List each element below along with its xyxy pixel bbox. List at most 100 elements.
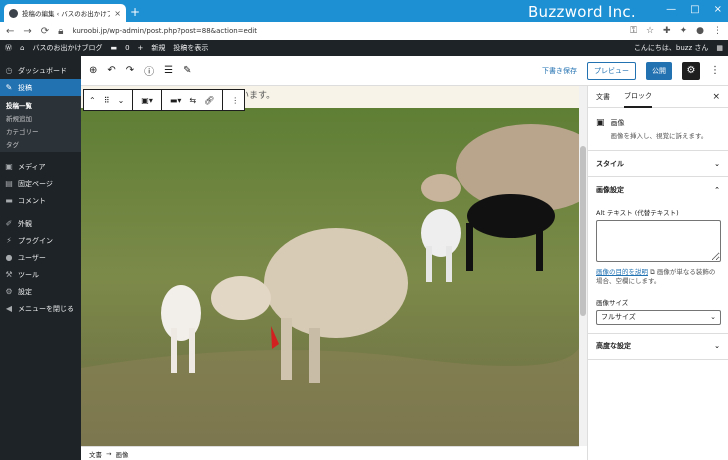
undo-icon[interactable]: ↶ [107, 65, 115, 76]
settings-icon: ⚙ [5, 287, 13, 296]
sidebar-item-collapse[interactable]: ◀ メニューを閉じる [0, 300, 81, 317]
sidebar-item-appearance[interactable]: ✐ 外観 [0, 215, 81, 232]
alt-text-label: Alt テキスト (代替テキスト) [596, 209, 679, 217]
image-type-icon[interactable]: ▣▾ [141, 96, 153, 105]
save-draft-button[interactable]: 下書き保存 [542, 66, 577, 76]
redo-icon[interactable]: ↷ [126, 65, 134, 76]
move-down-icon[interactable]: ⌄ [118, 96, 125, 105]
image-size-label: 画像サイズ [596, 298, 629, 307]
browser-window: 投稿の編集 ‹ バスのお出かけブログ × + Buzzword Inc. — □… [0, 0, 728, 460]
align-icon[interactable]: ▬▾ [170, 96, 182, 105]
move-up-icon[interactable]: ⌃ [89, 96, 96, 105]
image-settings-toggle[interactable]: 画像設定 ⌃ [588, 177, 728, 203]
external-link-icon: ⧉ [650, 268, 655, 276]
comments-count[interactable]: 0 [125, 44, 129, 52]
page-icon: ▤ [5, 179, 13, 188]
select-chevron-icon: ⌄ [710, 313, 716, 322]
view-post-link[interactable]: 投稿を表示 [173, 43, 208, 53]
sidebar-item-label: 設定 [18, 287, 32, 296]
sidebar-item-label: 固定ページ [18, 179, 53, 188]
sidebar-item-label: ツール [18, 270, 39, 279]
title-bar: 投稿の編集 ‹ バスのお出かけブログ × + Buzzword Inc. — □… [0, 0, 728, 22]
new-button[interactable]: 新規 [151, 43, 165, 53]
browser-tab[interactable]: 投稿の編集 ‹ バスのお出かけブログ × [4, 4, 126, 22]
menu-icon[interactable]: ⋮ [713, 26, 722, 36]
more-options-icon[interactable]: ⋮ [710, 65, 720, 76]
puzzle-icon[interactable]: ✦ [680, 26, 688, 36]
image-block-icon: ▣ [596, 118, 605, 128]
block-editor: ⊕ ↶ ↷ ⓘ ☰ ✎ 下書き保存 プレビュー 公開 ⚙ ⋮ …てみたいと思いま… [81, 56, 728, 460]
sidebar-item-tools[interactable]: ⚒ ツール [0, 266, 81, 283]
plugin-icon: ⚡ [6, 236, 12, 245]
new-plus-icon[interactable]: + [138, 44, 144, 52]
alt-help-link[interactable]: 画像の目的を説明 [596, 268, 648, 276]
alt-text-field[interactable] [596, 220, 721, 262]
publish-button[interactable]: 公開 [646, 61, 672, 80]
star-icon[interactable]: ☆ [646, 26, 654, 36]
tab-document[interactable]: 文書 [596, 92, 610, 102]
submenu-item[interactable]: タグ [0, 137, 81, 150]
breadcrumb: 文書 → 画像 [81, 446, 579, 460]
key-icon[interactable]: ⚿ [630, 26, 637, 36]
close-window-button[interactable]: × [714, 4, 722, 15]
info-icon[interactable]: ⓘ [144, 63, 154, 78]
tools-icon[interactable]: ✎ [183, 65, 191, 76]
sidebar-item-label: プラグイン [18, 236, 53, 245]
editor-scrollbar[interactable] [579, 86, 587, 446]
settings-gear-icon[interactable]: ⚙ [682, 61, 700, 80]
sheep-image[interactable] [81, 108, 579, 446]
extension-icon[interactable]: ✚ [663, 26, 671, 36]
forward-icon[interactable]: → [23, 26, 31, 37]
submenu-item[interactable]: カテゴリー [0, 124, 81, 137]
maximize-button[interactable]: □ [690, 4, 699, 15]
breadcrumb-document[interactable]: 文書 [89, 449, 102, 459]
submenu-item[interactable]: 新規追加 [0, 111, 81, 124]
tab-title: 投稿の編集 ‹ バスのお出かけブログ [22, 10, 111, 18]
comments-icon[interactable]: ▬ [110, 44, 117, 52]
sidebar-item-label: 投稿 [18, 83, 32, 92]
preview-button[interactable]: プレビュー [587, 61, 636, 80]
profile-icon[interactable]: ● [696, 26, 704, 36]
image-settings-body: Alt テキスト (代替テキスト) 画像の目的を説明 ⧉ 画像が単なる装飾の場合… [588, 203, 728, 334]
site-name[interactable]: バスのお出かけブログ [32, 43, 102, 53]
address-bar: ← → ⟳ 🔒︎ kuroobi.jp/wp-admin/post.php?po… [0, 22, 728, 40]
image-settings-title: 画像設定 [596, 186, 624, 194]
link-icon[interactable]: 🔗︎ [204, 96, 214, 105]
image-size-value: フルサイズ [601, 313, 636, 322]
avatar[interactable]: ▦ [716, 44, 723, 52]
user-icon: ● [5, 253, 13, 262]
submenu-item[interactable]: 投稿一覧 [0, 98, 81, 111]
reload-icon[interactable]: ⟳ [41, 26, 49, 37]
greeting[interactable]: こんにちは、buzz さん [634, 43, 708, 53]
chevron-down-icon: ⌄ [714, 342, 720, 351]
sidebar-item-dashboard[interactable]: ◷ ダッシュボード [0, 62, 81, 79]
replace-icon[interactable]: ⇆ [189, 96, 196, 105]
image-size-select[interactable]: フルサイズ ⌄ [596, 309, 721, 325]
block-more-icon[interactable]: ⋮ [231, 96, 239, 105]
sidebar-item-plugin[interactable]: ⚡ プラグイン [0, 232, 81, 249]
list-view-icon[interactable]: ☰ [164, 65, 173, 76]
drag-handle-icon[interactable]: ⠿ [104, 96, 110, 105]
back-icon[interactable]: ← [6, 26, 14, 37]
url-field[interactable]: kuroobi.jp/wp-admin/post.php?post=88&act… [73, 27, 622, 35]
sidebar-item-media[interactable]: ▣ メディア [0, 158, 81, 175]
wordpress-favicon-icon [9, 8, 18, 18]
minimize-button[interactable]: — [666, 4, 676, 15]
sidebar-item-comment[interactable]: ▬ コメント [0, 192, 81, 209]
add-block-icon[interactable]: ⊕ [89, 65, 97, 76]
sidebar-item-page[interactable]: ▤ 固定ページ [0, 175, 81, 192]
sidebar-item-settings[interactable]: ⚙ 設定 [0, 283, 81, 300]
advanced-section-toggle[interactable]: 高度な設定 ⌄ [588, 334, 728, 360]
wp-logo-icon[interactable]: Ⓦ [5, 43, 12, 53]
panel-close-icon[interactable]: × [712, 92, 720, 102]
new-tab-button[interactable]: + [130, 5, 140, 19]
sidebar-item-pin[interactable]: ✎ 投稿 [0, 79, 81, 96]
style-section-title: スタイル [596, 159, 624, 168]
sidebar-item-user[interactable]: ● ユーザー [0, 249, 81, 266]
tab-block[interactable]: ブロック [624, 86, 652, 108]
admin-sidebar: ◷ ダッシュボード ✎ 投稿投稿一覧 新規追加 カテゴリー タグ ▣ メディア ▤ 固定ページ ▬ コメ… [0, 56, 81, 460]
home-icon[interactable]: ⌂ [20, 44, 24, 52]
style-section-toggle[interactable]: スタイル ⌄ [588, 151, 728, 177]
breadcrumb-image[interactable]: 画像 [115, 449, 128, 459]
tab-close-icon[interactable]: × [114, 9, 121, 18]
